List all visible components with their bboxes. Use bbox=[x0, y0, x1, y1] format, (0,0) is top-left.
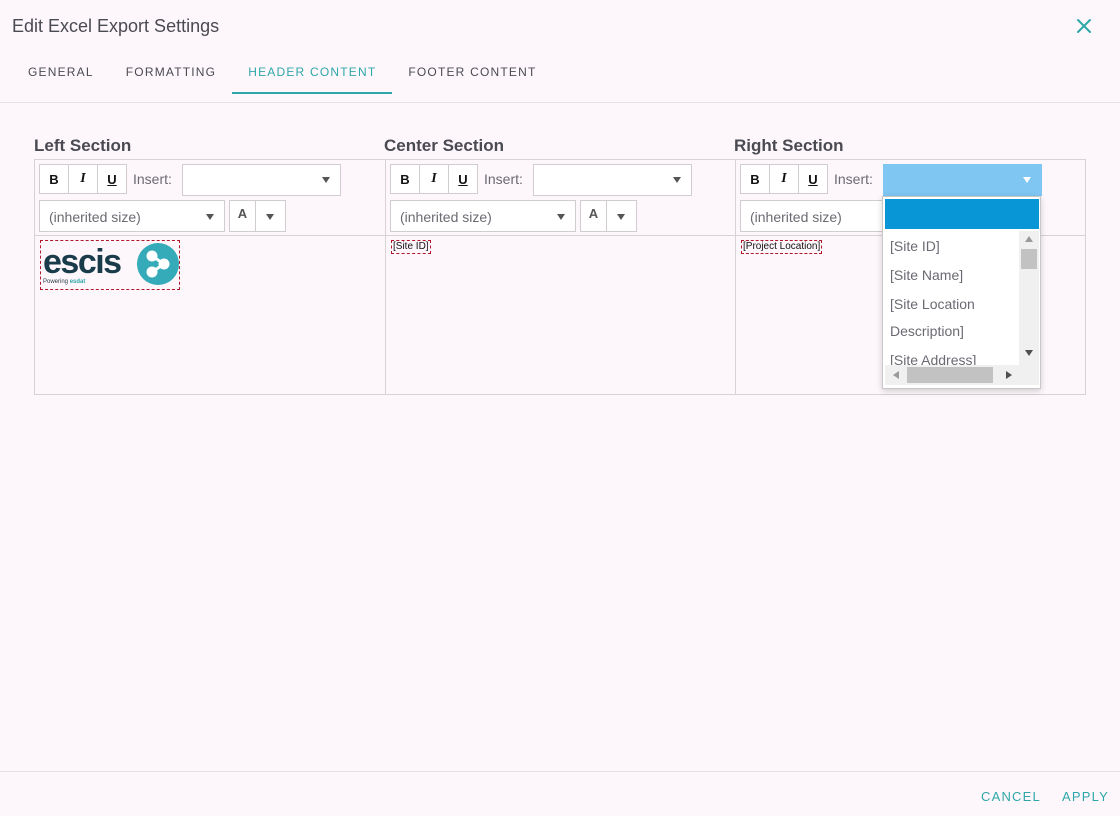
dropdown-option-line: Description] bbox=[890, 323, 964, 339]
right-format-buttons: B I U bbox=[740, 164, 828, 194]
right-underline-button[interactable]: U bbox=[798, 164, 828, 194]
right-size-value: (inherited size) bbox=[750, 209, 842, 225]
close-button[interactable] bbox=[1072, 14, 1096, 38]
logo-mark-icon bbox=[137, 243, 179, 285]
left-format-buttons: B I U bbox=[39, 164, 127, 194]
center-bold-button[interactable]: B bbox=[390, 164, 420, 194]
center-section: B I U Insert: (inherited size) A [Site I… bbox=[385, 160, 735, 394]
left-font-color-button[interactable]: A bbox=[229, 200, 286, 232]
right-section-title: Right Section bbox=[734, 136, 844, 155]
dropdown-options: [Site ID] [Site Name] [Site Location Des… bbox=[883, 231, 1018, 374]
center-format-buttons: B I U bbox=[390, 164, 478, 194]
chevron-down-icon bbox=[1023, 177, 1031, 183]
toolbar-divider bbox=[35, 235, 385, 236]
right-bold-button[interactable]: B bbox=[740, 164, 770, 194]
tab-formatting[interactable]: FORMATTING bbox=[110, 54, 232, 94]
chevron-down-icon bbox=[206, 214, 214, 220]
dropdown-option-line: [Site Location bbox=[890, 296, 975, 312]
center-size-value: (inherited size) bbox=[400, 209, 492, 225]
scroll-left-icon[interactable] bbox=[893, 371, 899, 379]
close-icon bbox=[1077, 19, 1091, 33]
chevron-down-icon bbox=[322, 177, 330, 183]
logo-wordmark: escis bbox=[43, 243, 122, 281]
font-color-icon: A bbox=[581, 201, 607, 231]
scroll-thumb[interactable] bbox=[907, 367, 993, 383]
left-section: B I U Insert: (inherited size) A escis P… bbox=[35, 160, 385, 394]
apply-button[interactable]: APPLY bbox=[1062, 789, 1109, 804]
left-underline-button[interactable]: U bbox=[97, 164, 127, 194]
font-color-icon: A bbox=[230, 201, 256, 231]
dropdown-vertical-scrollbar[interactable] bbox=[1019, 231, 1039, 365]
dialog-title: Edit Excel Export Settings bbox=[12, 16, 220, 36]
center-italic-button[interactable]: I bbox=[419, 164, 449, 194]
right-insert-label: Insert: bbox=[834, 171, 873, 187]
tab-footer-content[interactable]: FOOTER CONTENT bbox=[392, 54, 552, 94]
right-italic-button[interactable]: I bbox=[769, 164, 799, 194]
scroll-down-icon[interactable] bbox=[1025, 350, 1033, 356]
center-insert-label: Insert: bbox=[484, 171, 523, 187]
footer-divider bbox=[0, 771, 1120, 772]
left-insert-select[interactable] bbox=[182, 164, 341, 196]
escis-logo[interactable]: escis Powering esdat bbox=[40, 240, 180, 290]
toolbar-divider bbox=[386, 235, 735, 236]
chevron-down-icon bbox=[673, 177, 681, 183]
dropdown-option-site-location-description[interactable]: [Site Location Description] bbox=[883, 289, 1018, 345]
center-size-select[interactable]: (inherited size) bbox=[390, 200, 576, 232]
tabs-divider bbox=[0, 102, 1120, 103]
dropdown-option-site-name[interactable]: [Site Name] bbox=[883, 260, 1018, 289]
left-size-value: (inherited size) bbox=[49, 209, 141, 225]
scroll-thumb[interactable] bbox=[1021, 249, 1037, 269]
scroll-up-icon[interactable] bbox=[1025, 236, 1033, 242]
left-italic-button[interactable]: I bbox=[68, 164, 98, 194]
chevron-down-icon bbox=[557, 214, 565, 220]
center-underline-button[interactable]: U bbox=[448, 164, 478, 194]
scroll-right-icon[interactable] bbox=[1006, 371, 1012, 379]
project-location-placeholder[interactable]: [Project Location] bbox=[741, 240, 823, 254]
center-insert-select[interactable] bbox=[533, 164, 692, 196]
insert-dropdown-list: [Site ID] [Site Name] [Site Location Des… bbox=[882, 196, 1041, 389]
center-section-title: Center Section bbox=[384, 136, 504, 155]
dropdown-option-site-id[interactable]: [Site ID] bbox=[883, 231, 1018, 260]
left-insert-label: Insert: bbox=[133, 171, 172, 187]
center-font-color-button[interactable]: A bbox=[580, 200, 637, 232]
left-bold-button[interactable]: B bbox=[39, 164, 69, 194]
cancel-button[interactable]: CANCEL bbox=[981, 789, 1041, 804]
right-insert-select[interactable] bbox=[883, 164, 1042, 196]
left-section-title: Left Section bbox=[34, 136, 132, 155]
dropdown-option-empty[interactable] bbox=[885, 199, 1039, 229]
logo-tagline: Powering esdat bbox=[43, 279, 86, 285]
tab-bar: GENERAL FORMATTING HEADER CONTENT FOOTER… bbox=[12, 54, 552, 94]
left-size-select[interactable]: (inherited size) bbox=[39, 200, 225, 232]
chevron-down-icon bbox=[266, 214, 274, 220]
dropdown-horizontal-scrollbar[interactable] bbox=[885, 365, 1039, 385]
site-id-placeholder[interactable]: [Site ID] bbox=[391, 240, 431, 254]
chevron-down-icon bbox=[617, 214, 625, 220]
tab-general[interactable]: GENERAL bbox=[12, 54, 110, 94]
tab-header-content[interactable]: HEADER CONTENT bbox=[232, 54, 393, 94]
